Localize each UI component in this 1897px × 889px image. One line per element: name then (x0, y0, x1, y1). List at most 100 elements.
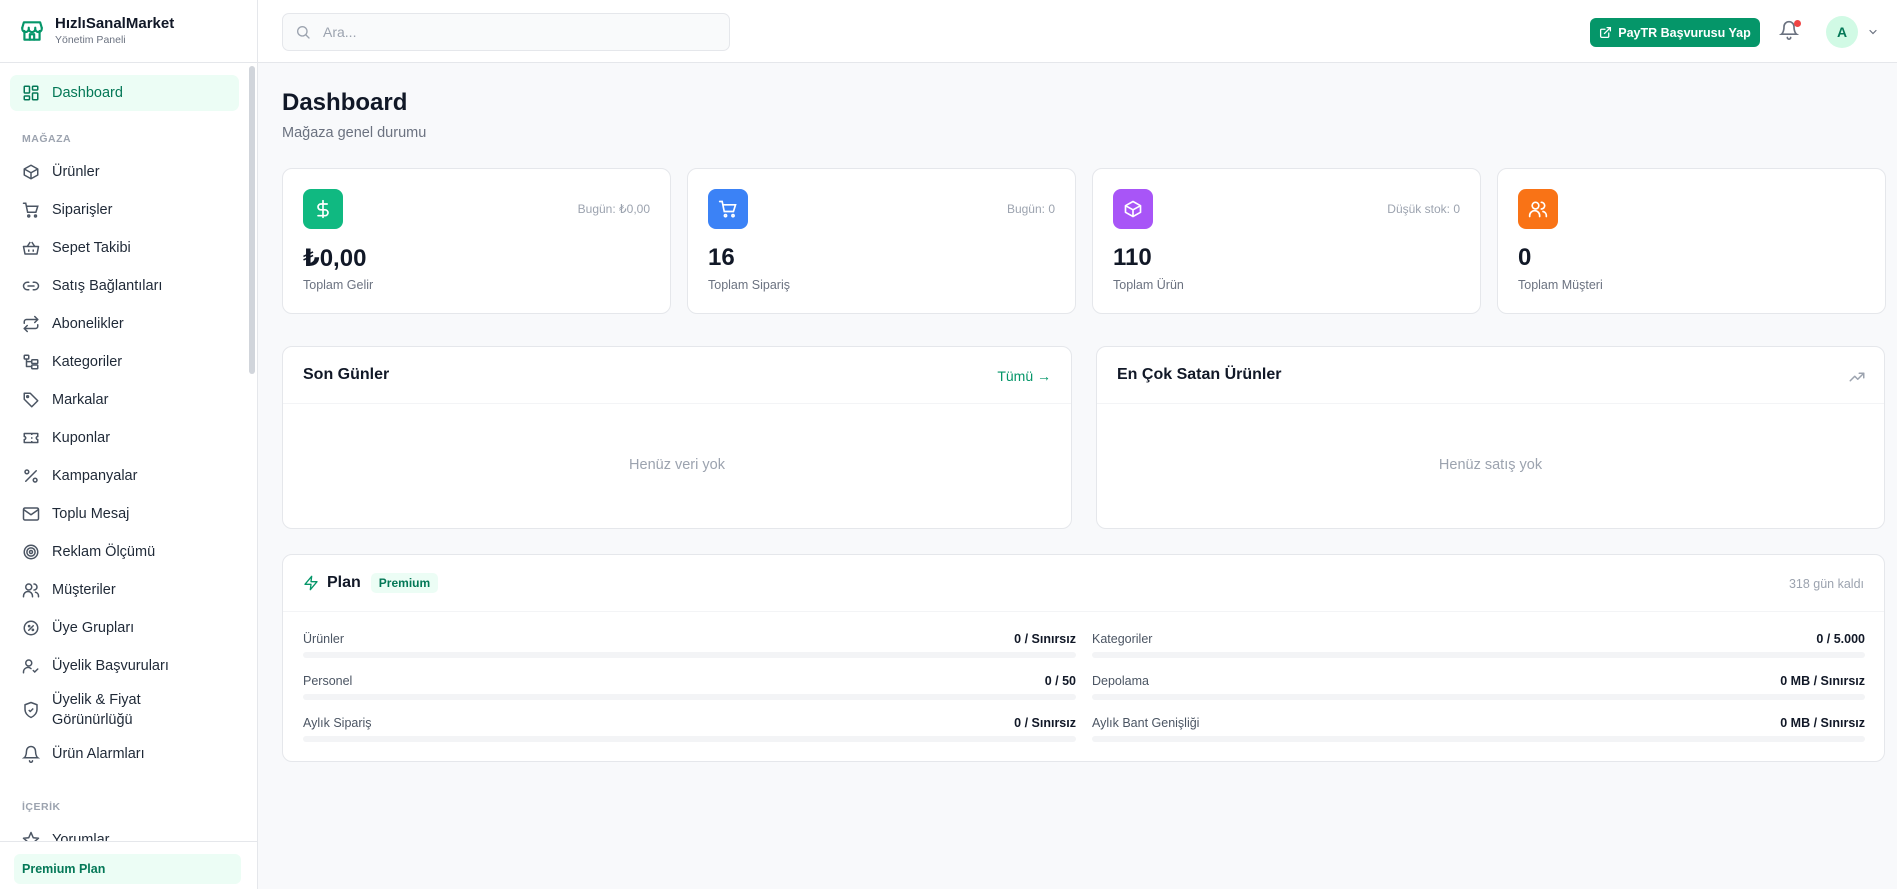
sidebar-item-label: Dashboard (52, 85, 123, 101)
target-icon (23, 544, 39, 560)
box-icon (1113, 189, 1153, 229)
bell-icon (22, 745, 40, 763)
sidebar-item-label: Reklam Ölçümü (52, 544, 156, 560)
box-icon (23, 164, 39, 180)
sidebar-item-brands[interactable]: Markalar (10, 382, 239, 418)
plan-title-wrap: Plan Premium (303, 573, 439, 593)
users-icon (22, 583, 40, 598)
search-box[interactable] (282, 13, 730, 51)
sidebar-item-product-alarms[interactable]: Ürün Alarmları (10, 736, 239, 772)
quota-monthly-bandwidth: Aylık Bant Genişliği 0 MB / Sınırsız (1092, 716, 1865, 752)
brand[interactable]: HızlıSanalMarket Yönetim Paneli (0, 0, 257, 63)
stat-label: Toplam Sipariş (708, 278, 790, 292)
quota-label: Depolama (1092, 674, 1149, 688)
dollar-icon (303, 189, 343, 229)
panel-header: En Çok Satan Ürünler (1097, 347, 1884, 404)
sidebar-item-label: Ürün Alarmları (52, 746, 145, 762)
sidebar-item-label: Satış Bağlantıları (52, 278, 163, 294)
link-icon (22, 281, 40, 291)
quota-label: Kategoriler (1092, 632, 1153, 646)
panel-header: Plan Premium 318 gün kaldı (283, 555, 1884, 612)
badge-percent-icon (23, 620, 39, 636)
sidebar-item-label: Ürünler (52, 164, 100, 180)
stat-meta: Düşük stok: 0 (1387, 202, 1460, 216)
sidebar-item-campaigns[interactable]: Kampanyalar (10, 458, 239, 494)
stat-value: 110 (1113, 244, 1152, 271)
sidebar-item-label: Kampanyalar (52, 468, 138, 484)
quota-staff: Personel 0 / 50 (303, 674, 1076, 710)
stat-card-orders: Bugün: 0 16 Toplam Sipariş (687, 168, 1076, 314)
sidebar-item-products[interactable]: Ürünler (10, 154, 239, 190)
stat-value: 16 (708, 244, 735, 271)
plan-pill[interactable]: Premium Plan (14, 854, 241, 884)
sidebar-item-member-groups[interactable]: Üye Grupları (10, 610, 239, 646)
stat-value: ₺0,00 (303, 245, 367, 272)
notifications-button[interactable] (1778, 20, 1801, 42)
paytr-apply-button[interactable]: PayTR Başvurusu Yap (1590, 18, 1760, 47)
quota-value: 0 / Sınırsız (1014, 632, 1076, 646)
notification-dot (1794, 20, 1801, 27)
ticket-icon (23, 432, 39, 444)
sidebar-item-label: Müşteriler (52, 582, 116, 598)
sidebar-item-label: Üyelik & Fiyat Görünürlüğü (52, 692, 141, 728)
search-input[interactable] (323, 24, 703, 40)
quota-value: 0 / 5.000 (1816, 632, 1865, 646)
repeat-icon (23, 315, 39, 333)
stat-card-revenue: Bugün: ₺0,00 ₺0,00 Toplam Gelir (282, 168, 671, 314)
sidebar-item-label: Toplu Mesaj (52, 506, 130, 522)
quota-label: Ürünler (303, 632, 344, 646)
sidebar-item-bulk-message[interactable]: Toplu Mesaj (10, 496, 239, 532)
plan-badge: Premium (370, 573, 439, 593)
sidebar-item-categories[interactable]: Kategoriler (10, 344, 239, 380)
sidebar: HızlıSanalMarket Yönetim Paneli Dashboar… (0, 0, 258, 889)
page-subtitle: Mağaza genel durumu (282, 125, 427, 141)
sidebar-item-membership-applications[interactable]: Üyelik Başvuruları (10, 648, 239, 684)
quota-label: Aylık Bant Genişliği (1092, 716, 1200, 730)
sidebar-item-dashboard[interactable]: Dashboard (10, 75, 239, 111)
users-icon (1518, 189, 1558, 229)
quota-value: 0 MB / Sınırsız (1780, 716, 1865, 730)
top-header: PayTR Başvurusu Yap A (258, 0, 1897, 63)
stat-meta: Bugün: ₺0,00 (577, 202, 650, 216)
paytr-button-label: PayTR Başvurusu Yap (1618, 25, 1751, 40)
sidebar-item-cart-tracking[interactable]: Sepet Takibi (10, 230, 239, 266)
quota-value: 0 / Sınırsız (1014, 716, 1076, 730)
brand-name: HızlıSanalMarket (55, 15, 175, 32)
sidebar-item-label: Markalar (52, 392, 109, 408)
sidebar-item-label: Kuponlar (52, 430, 111, 446)
sidebar-item-orders[interactable]: Siparişler (10, 192, 239, 228)
sidebar-item-label: Kategoriler (52, 354, 123, 370)
avatar[interactable]: A (1826, 16, 1858, 48)
recent-days-panel: Son Günler Tümü → Henüz veri yok (282, 346, 1072, 529)
stat-meta: Bugün: 0 (1006, 202, 1055, 216)
sidebar-item-subscriptions[interactable]: Abonelikler (10, 306, 239, 342)
sidebar-item-customers[interactable]: Müşteriler (10, 572, 239, 608)
sidebar-item-label: Sepet Takibi (52, 240, 131, 256)
basket-icon (22, 241, 40, 255)
sidebar-scrollbar[interactable] (249, 66, 255, 374)
chevron-down-icon[interactable] (1867, 26, 1879, 38)
quota-storage: Depolama 0 MB / Sınırsız (1092, 674, 1865, 710)
quota-bar (303, 694, 1076, 700)
sidebar-item-label: Üye Grupları (52, 620, 135, 636)
view-all-link[interactable]: Tümü → (997, 368, 1051, 384)
sidebar-item-membership-price-visibility[interactable]: Üyelik & Fiyat Görünürlüğü (10, 686, 239, 734)
sidebar-footer: Premium Plan (0, 841, 257, 889)
quota-value: 0 / 50 (1044, 674, 1076, 688)
trending-up-icon (1849, 372, 1865, 382)
sidebar-item-reviews[interactable]: Yorumlar (10, 822, 239, 841)
stat-card-products: Düşük stok: 0 110 Toplam Ürün (1092, 168, 1481, 314)
sidebar-item-ad-tracking[interactable]: Reklam Ölçümü (10, 534, 239, 570)
mail-icon (22, 507, 40, 521)
section-label-content: İÇERİK (22, 801, 61, 813)
sidebar-item-sales-links[interactable]: Satış Bağlantıları (10, 268, 239, 304)
zap-icon (304, 575, 318, 591)
empty-state: Henüz veri yok (629, 457, 725, 473)
top-products-panel: En Çok Satan Ürünler Henüz satış yok (1096, 346, 1885, 529)
cart-icon (708, 189, 748, 229)
quota-monthly-orders: Aylık Sipariş 0 / Sınırsız (303, 716, 1076, 752)
sidebar-item-label: Siparişler (52, 202, 113, 218)
empty-state: Henüz satış yok (1438, 457, 1543, 473)
plan-panel: Plan Premium 318 gün kaldı Ürünler 0 / S… (282, 554, 1885, 762)
sidebar-item-coupons[interactable]: Kuponlar (10, 420, 239, 456)
